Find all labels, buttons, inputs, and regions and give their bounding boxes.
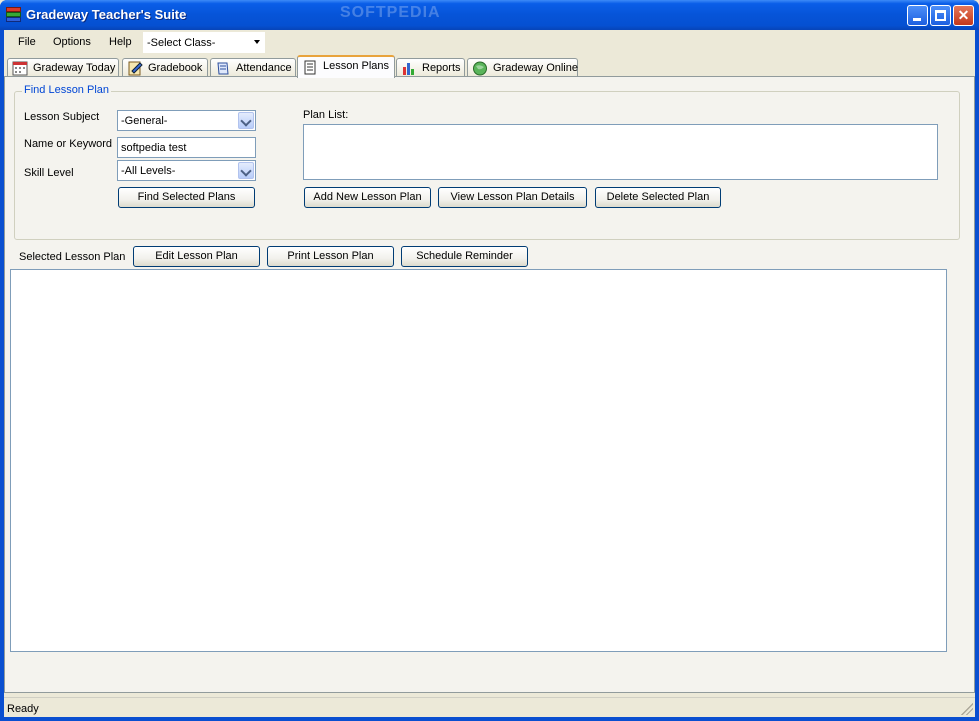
view-lesson-plan-details-button[interactable]: View Lesson Plan Details xyxy=(438,187,587,208)
tab-label: Gradeway Online xyxy=(493,62,578,74)
keyword-label: Name or Keyword xyxy=(24,138,113,150)
tab-label: Gradeway Today xyxy=(33,62,116,74)
tab-label: Reports xyxy=(422,62,461,74)
status-bar: Ready xyxy=(4,697,975,717)
selected-plan-content[interactable] xyxy=(10,269,947,652)
minimize-button[interactable] xyxy=(907,5,928,26)
calendar-icon xyxy=(12,61,28,76)
tab-lesson-plans[interactable]: Lesson Plans xyxy=(297,55,395,78)
chevron-down-icon xyxy=(254,40,260,44)
globe-icon xyxy=(473,61,487,76)
menu-bar: File Options Help -Select Class- xyxy=(4,30,975,55)
menu-file[interactable]: File xyxy=(18,36,36,48)
app-window: Gradeway Teacher's Suite SOFTPEDIA ✕ Fil… xyxy=(0,0,979,721)
chevron-down-icon[interactable] xyxy=(238,112,254,129)
plan-list[interactable] xyxy=(303,124,938,180)
maximize-button[interactable] xyxy=(930,5,951,26)
skill-level-value: -All Levels- xyxy=(121,165,176,177)
lesson-subject-select[interactable]: -General- xyxy=(117,110,256,131)
close-button[interactable]: ✕ xyxy=(953,5,974,26)
keyword-input[interactable]: softpedia test xyxy=(117,137,256,158)
tab-label: Lesson Plans xyxy=(323,60,390,72)
bar-chart-icon xyxy=(403,63,414,75)
schedule-reminder-button[interactable]: Schedule Reminder xyxy=(401,246,528,267)
plan-list-label: Plan List: xyxy=(303,109,349,121)
group-title: Find Lesson Plan xyxy=(22,84,111,96)
tab-gradebook[interactable]: Gradebook xyxy=(122,58,208,77)
find-lesson-plan-group: Find Lesson Plan Lesson Subject -General… xyxy=(14,84,960,240)
keyword-value: softpedia test xyxy=(121,142,187,154)
resize-grip-icon[interactable] xyxy=(961,703,973,715)
skill-level-select[interactable]: -All Levels- xyxy=(117,160,256,181)
window-title: Gradeway Teacher's Suite xyxy=(26,7,187,22)
status-text: Ready xyxy=(7,703,39,715)
client-area: File Options Help -Select Class- Gradewa… xyxy=(4,30,975,717)
close-icon: ✕ xyxy=(957,7,970,23)
watermark: SOFTPEDIA xyxy=(340,4,441,21)
tab-strip: Gradeway Today Gradebook Attendance Less… xyxy=(4,55,975,78)
tab-gradeway-today[interactable]: Gradeway Today xyxy=(7,58,119,77)
tab-label: Gradebook xyxy=(148,62,203,74)
menu-options[interactable]: Options xyxy=(53,36,91,48)
add-lesson-plan-button[interactable]: Add New Lesson Plan xyxy=(304,187,431,208)
title-bar[interactable]: Gradeway Teacher's Suite SOFTPEDIA ✕ xyxy=(0,0,979,30)
minimize-icon xyxy=(913,18,921,21)
selected-lesson-plan-label: Selected Lesson Plan xyxy=(19,251,126,263)
lesson-subject-value: -General- xyxy=(121,115,168,127)
tab-attendance[interactable]: Attendance xyxy=(210,58,296,77)
tab-gradeway-online[interactable]: Gradeway Online xyxy=(467,58,578,77)
tab-label: Attendance xyxy=(236,62,292,74)
edit-lesson-plan-button[interactable]: Edit Lesson Plan xyxy=(133,246,260,267)
class-select[interactable]: -Select Class- xyxy=(143,32,265,53)
lesson-subject-label: Lesson Subject xyxy=(24,111,100,123)
tab-reports[interactable]: Reports xyxy=(396,58,465,77)
app-books-icon xyxy=(6,7,21,23)
print-lesson-plan-button[interactable]: Print Lesson Plan xyxy=(267,246,394,267)
notebook-icon xyxy=(304,60,316,75)
skill-level-label: Skill Level xyxy=(24,167,74,179)
attendance-icon xyxy=(217,62,229,75)
find-selected-plans-button[interactable]: Find Selected Plans xyxy=(118,187,255,208)
delete-selected-plan-button[interactable]: Delete Selected Plan xyxy=(595,187,721,208)
class-select-value: -Select Class- xyxy=(147,37,216,49)
menu-help[interactable]: Help xyxy=(109,36,132,48)
chevron-down-icon[interactable] xyxy=(238,162,254,179)
gradebook-icon xyxy=(128,61,143,76)
lesson-plans-panel: Find Lesson Plan Lesson Subject -General… xyxy=(4,76,975,693)
maximize-icon xyxy=(935,10,946,21)
